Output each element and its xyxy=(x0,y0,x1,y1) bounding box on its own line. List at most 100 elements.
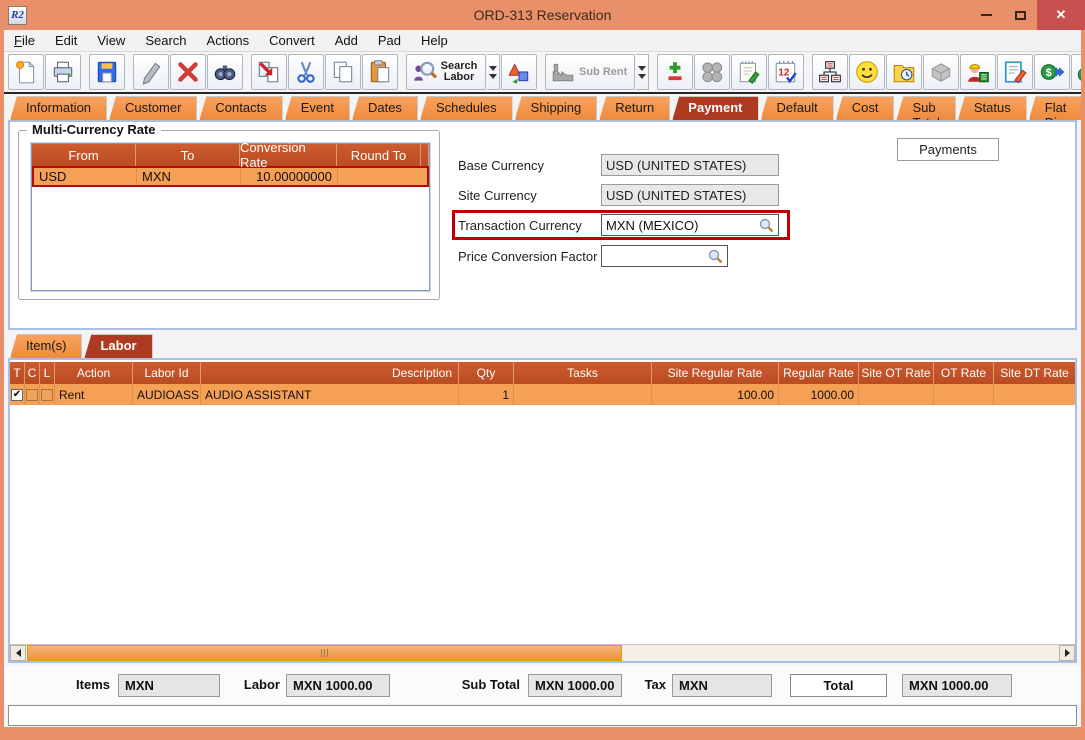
col-qty[interactable]: Qty xyxy=(459,362,514,384)
col-regular-rate[interactable]: Regular Rate xyxy=(779,362,859,384)
copy-button[interactable] xyxy=(325,54,361,90)
col-t[interactable]: T xyxy=(10,362,25,384)
factory-icon xyxy=(550,59,576,85)
calendar-button[interactable]: 12 xyxy=(768,54,804,90)
tab-shipping[interactable]: Shipping xyxy=(515,96,598,120)
minimize-button[interactable] xyxy=(969,0,1003,30)
smiley-button[interactable] xyxy=(849,54,885,90)
package-button[interactable] xyxy=(923,54,959,90)
find-button[interactable] xyxy=(207,54,243,90)
notepad-button[interactable] xyxy=(731,54,767,90)
package-box-icon xyxy=(928,59,954,85)
col-action[interactable]: Action xyxy=(55,362,133,384)
spheres-button[interactable] xyxy=(694,54,730,90)
tab-customer[interactable]: Customer xyxy=(109,96,197,120)
search-labor-button[interactable]: Search Labor xyxy=(406,54,486,90)
cell-site-ot-rate xyxy=(859,384,934,405)
new-document-icon xyxy=(13,59,39,85)
tab-return[interactable]: Return xyxy=(599,96,670,120)
menu-search[interactable]: Search xyxy=(135,31,196,50)
scrollbar-thumb[interactable] xyxy=(27,645,622,661)
col-site-ot-rate[interactable]: Site OT Rate xyxy=(859,362,934,384)
menu-convert[interactable]: Convert xyxy=(259,31,325,50)
chevron-down-icon xyxy=(489,74,497,79)
menu-pad[interactable]: Pad xyxy=(368,31,411,50)
scroll-left-button[interactable] xyxy=(10,645,26,661)
total-button[interactable]: Total xyxy=(790,674,887,697)
col-c[interactable]: C xyxy=(25,362,40,384)
tab-contacts[interactable]: Contacts xyxy=(199,96,282,120)
col-round-to[interactable]: Round To xyxy=(337,144,421,166)
cell-description: AUDIO ASSISTANT xyxy=(201,384,459,405)
calendar-icon: 12 xyxy=(773,59,799,85)
edit-document-button[interactable] xyxy=(997,54,1033,90)
edit-button[interactable] xyxy=(133,54,169,90)
groupbox-title: Multi-Currency Rate xyxy=(27,122,161,137)
sub-rent-dropdown[interactable] xyxy=(636,54,649,90)
save-button[interactable] xyxy=(89,54,125,90)
col-conversion-rate[interactable]: Conversion Rate xyxy=(240,144,337,166)
transaction-currency-input[interactable] xyxy=(606,218,774,233)
menu-bar: File Edit View Search Actions Convert Ad… xyxy=(4,30,1081,52)
add-remove-button[interactable] xyxy=(657,54,693,90)
tab-event[interactable]: Event xyxy=(285,96,350,120)
col-description[interactable]: Description xyxy=(201,362,459,384)
t-checkbox[interactable]: ✔ xyxy=(11,389,23,401)
col-ot-rate[interactable]: OT Rate xyxy=(934,362,994,384)
header-strip xyxy=(421,144,429,166)
col-site-dt-rate[interactable]: Site DT Rate xyxy=(994,362,1075,384)
price-conversion-factor-input[interactable] xyxy=(606,249,723,264)
search-lookup-icon[interactable] xyxy=(707,248,724,268)
search-lookup-icon[interactable] xyxy=(758,217,775,237)
labor-table: T C L Action Labor Id Description Qty Ta… xyxy=(10,362,1075,405)
cell-c xyxy=(25,384,40,405)
print-button[interactable] xyxy=(45,54,81,90)
col-from[interactable]: From xyxy=(32,144,136,166)
paste-button[interactable] xyxy=(362,54,398,90)
menu-view[interactable]: View xyxy=(87,31,135,50)
tab-flat-discounts[interactable]: Flat Discounts xyxy=(1029,96,1085,120)
shapes-button[interactable] xyxy=(501,54,537,90)
currency-rate-row[interactable]: USD MXN 10.00000000 xyxy=(32,166,429,187)
org-chart-button[interactable] xyxy=(812,54,848,90)
window-title: ORD-313 Reservation xyxy=(0,7,1085,23)
col-labor-id[interactable]: Labor Id xyxy=(133,362,201,384)
menu-file[interactable]: File xyxy=(4,31,45,50)
menu-edit[interactable]: Edit xyxy=(45,31,87,50)
horizontal-scrollbar[interactable] xyxy=(10,644,1075,661)
sub-rent-button[interactable]: Sub Rent xyxy=(545,54,635,90)
tab-schedules[interactable]: Schedules xyxy=(420,96,513,120)
tab-dates[interactable]: Dates xyxy=(352,96,418,120)
col-l[interactable]: L xyxy=(40,362,55,384)
l-checkbox[interactable] xyxy=(41,389,53,401)
close-button[interactable]: ✕ xyxy=(1037,0,1085,30)
tab-default[interactable]: Default xyxy=(761,96,834,120)
scroll-right-button[interactable] xyxy=(1059,645,1075,661)
tab-information[interactable]: Information xyxy=(10,96,107,120)
transfer-document-button[interactable] xyxy=(251,54,287,90)
dollar-forward-button[interactable]: $ xyxy=(1034,54,1070,90)
crew-button[interactable] xyxy=(960,54,996,90)
maximize-button[interactable] xyxy=(1003,0,1037,30)
search-labor-dropdown[interactable] xyxy=(487,54,500,90)
col-site-regular-rate[interactable]: Site Regular Rate xyxy=(652,362,779,384)
menu-add[interactable]: Add xyxy=(325,31,368,50)
tab-status[interactable]: Status xyxy=(958,96,1027,120)
tab-items[interactable]: Item(s) xyxy=(10,334,82,358)
tab-cost[interactable]: Cost xyxy=(836,96,895,120)
tab-payment[interactable]: Payment xyxy=(672,96,758,120)
folder-history-button[interactable] xyxy=(886,54,922,90)
tab-sub-total[interactable]: Sub Total xyxy=(896,96,955,120)
new-document-button[interactable] xyxy=(8,54,44,90)
delete-button[interactable] xyxy=(170,54,206,90)
c-checkbox[interactable] xyxy=(26,389,38,401)
cut-button[interactable] xyxy=(288,54,324,90)
menu-actions[interactable]: Actions xyxy=(197,31,260,50)
cell-labor-id: AUDIOASSI... xyxy=(133,384,201,405)
payments-button[interactable]: Payments xyxy=(897,138,999,161)
tab-labor[interactable]: Labor xyxy=(84,334,152,358)
col-to[interactable]: To xyxy=(136,144,240,166)
menu-help[interactable]: Help xyxy=(411,31,458,50)
col-tasks[interactable]: Tasks xyxy=(514,362,652,384)
labor-row[interactable]: ✔ Rent AUDIOASSI... AUDIO ASSISTANT 1 10… xyxy=(10,384,1075,405)
